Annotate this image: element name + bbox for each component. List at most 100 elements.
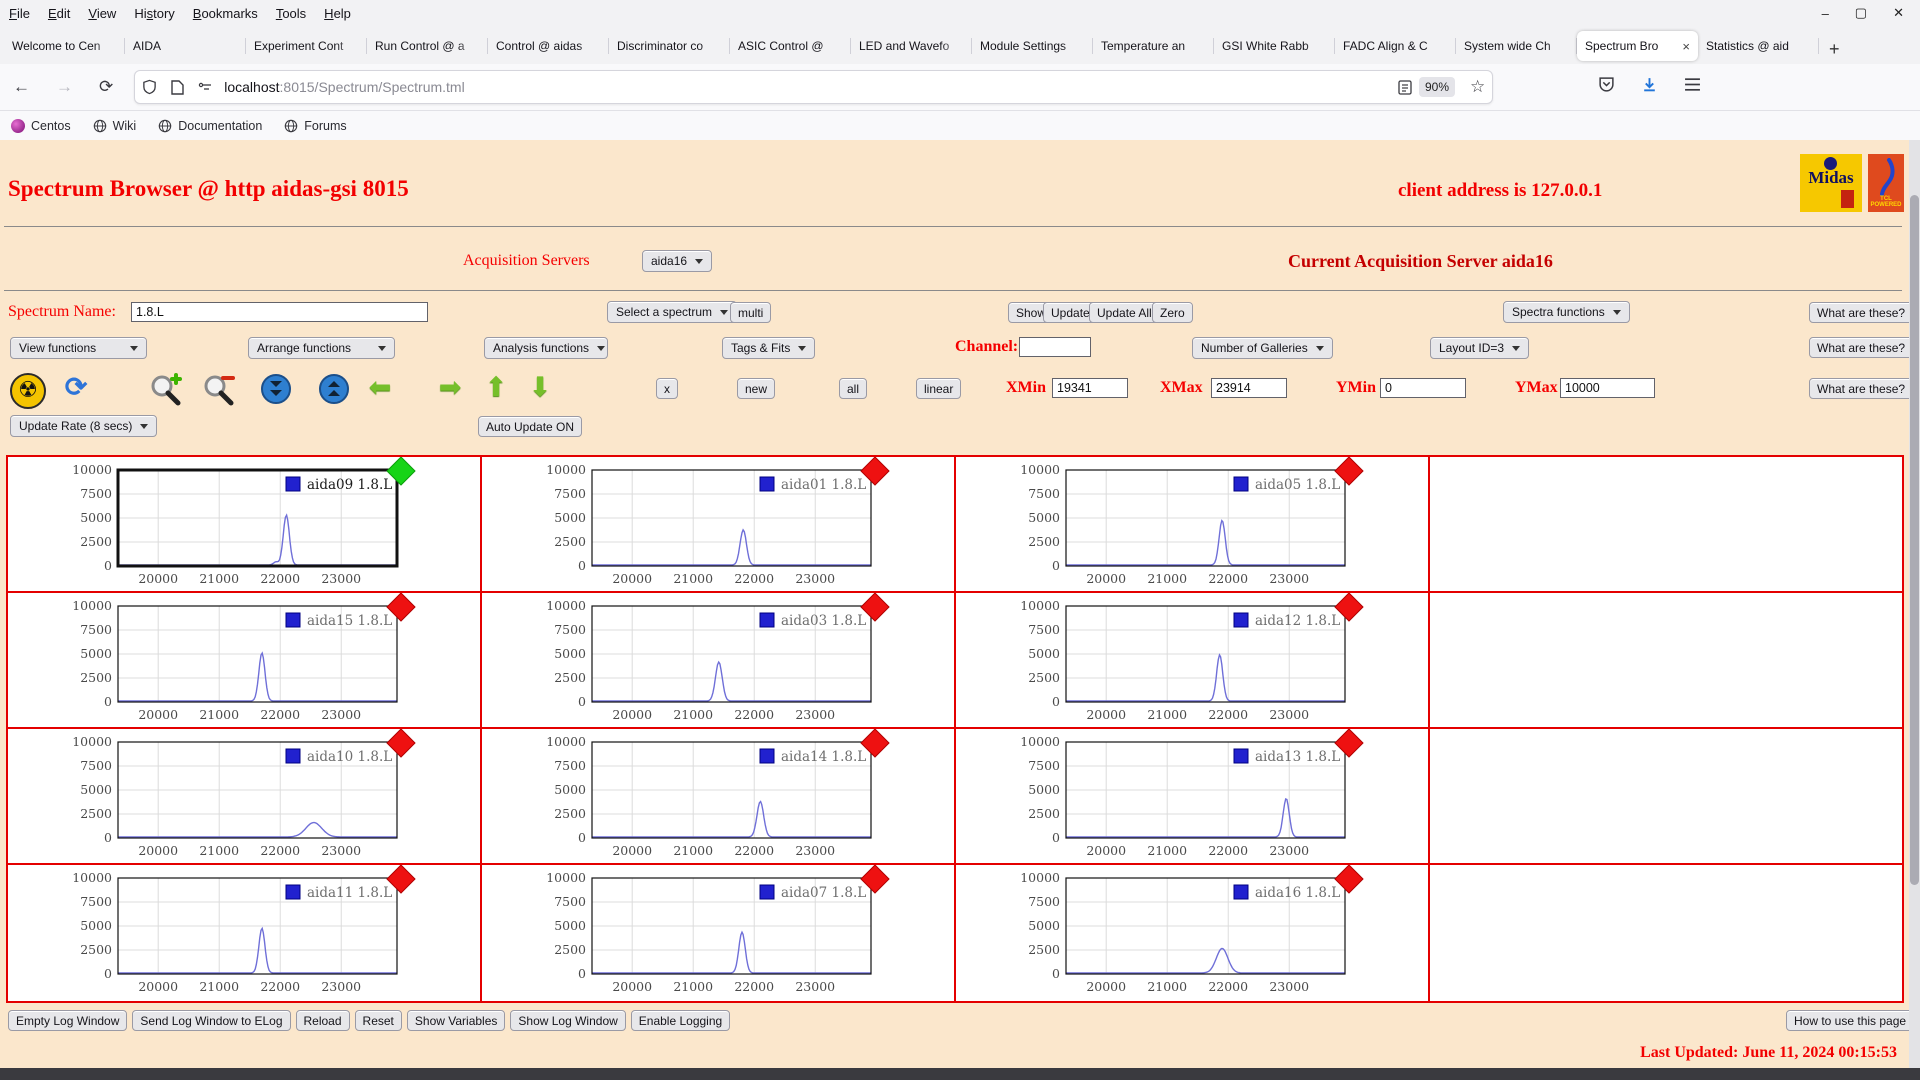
tab-spectrum-bro[interactable]: Spectrum Bro × [1577, 31, 1698, 61]
url-text[interactable]: localhost:8015/Spectrum/Spectrum.tml [224, 79, 1391, 95]
spectrum-chart-aida01[interactable]: 0 2500 5000 7500 10000 20000 21000 22000 23000 ai… [482, 456, 954, 591]
analysis-functions-select[interactable]: Analysis functions [484, 337, 608, 359]
menu-tools[interactable]: Tools [267, 6, 315, 21]
zoom-in-icon[interactable] [147, 372, 183, 408]
pocket-icon[interactable] [1585, 76, 1628, 98]
new-button[interactable]: new [737, 378, 776, 399]
shield-icon[interactable] [142, 79, 157, 95]
tab-gsi-white-rabb[interactable]: GSI White Rabb [1214, 31, 1335, 61]
menu-help[interactable]: Help [315, 6, 360, 21]
collapse-up-icon[interactable] [318, 373, 350, 405]
tab-experiment-cont[interactable]: Experiment Cont [246, 31, 367, 61]
reset[interactable]: Reset [354, 1010, 402, 1031]
bookmark-centos[interactable]: Centos [0, 119, 82, 133]
tab-discriminator-co[interactable]: Discriminator co [609, 31, 730, 61]
what-are-these-button-1[interactable]: What are these? [1809, 302, 1914, 323]
window-minimize-button[interactable]: – [1822, 6, 1829, 21]
arrow-left-icon[interactable]: ⬅ [362, 372, 398, 402]
tab-control-aidas[interactable]: Control @ aidas [488, 31, 609, 61]
reload[interactable]: Reload [295, 1010, 350, 1031]
arrow-right-icon[interactable]: ➡ [432, 372, 468, 402]
empty-log-window[interactable]: Empty Log Window [8, 1010, 128, 1031]
spectrum-chart-aida09[interactable]: 0 2500 5000 7500 10000 20000 21000 22000 23000 ai… [8, 456, 480, 591]
bookmark-forums[interactable]: Forums [273, 119, 357, 133]
xmin-input[interactable] [1052, 378, 1128, 398]
spectrum-cell-aida15[interactable]: 0 2500 5000 7500 10000 20000 21000 22000 23000 ai… [8, 592, 482, 729]
x-axis-button[interactable]: x [656, 378, 678, 399]
all-button[interactable]: all [839, 378, 868, 399]
what-are-these-button-2[interactable]: What are these? [1809, 337, 1914, 358]
ymax-input[interactable] [1560, 378, 1655, 398]
reader-mode-icon[interactable] [1398, 79, 1412, 95]
spectrum-cell-aida03[interactable]: 0 2500 5000 7500 10000 20000 21000 22000 23000 ai… [482, 592, 956, 729]
show-log-window[interactable]: Show Log Window [510, 1010, 626, 1031]
spectrum-cell-aida16[interactable]: 0 2500 5000 7500 10000 20000 21000 22000 23000 ai… [956, 864, 1430, 1001]
show-variables[interactable]: Show Variables [406, 1010, 506, 1031]
tab-fadc-align-c[interactable]: FADC Align & C [1335, 31, 1456, 61]
linear-button[interactable]: linear [916, 378, 962, 399]
arrow-up-icon[interactable]: ⬆ [478, 372, 514, 402]
tab-temperature-an[interactable]: Temperature an [1093, 31, 1214, 61]
hamburger-menu-icon[interactable] [1671, 77, 1714, 97]
window-maximize-button[interactable]: ▢ [1855, 5, 1867, 21]
spectrum-chart-aida07[interactable]: 0 2500 5000 7500 10000 20000 21000 22000 23000 ai… [482, 864, 954, 999]
spectrum-chart-aida15[interactable]: 0 2500 5000 7500 10000 20000 21000 22000 23000 ai… [8, 592, 480, 727]
tab-asic-control[interactable]: ASIC Control @ [730, 31, 851, 61]
window-close-button[interactable]: ✕ [1893, 5, 1904, 21]
zero-button[interactable]: Zero [1152, 302, 1193, 323]
new-tab-button[interactable]: + [1819, 39, 1850, 64]
tab-close-icon[interactable]: × [1682, 39, 1690, 54]
arrow-down-icon[interactable]: ⬇ [522, 372, 558, 402]
tab-led-and-wavefo[interactable]: LED and Wavefo [851, 31, 972, 61]
spectra-functions-select[interactable]: Spectra functions [1503, 301, 1630, 323]
spectrum-chart-aida03[interactable]: 0 2500 5000 7500 10000 20000 21000 22000 23000 ai… [482, 592, 954, 727]
auto-update-button[interactable]: Auto Update ON [478, 416, 583, 437]
menu-view[interactable]: View [79, 6, 125, 21]
enable-logging[interactable]: Enable Logging [630, 1010, 731, 1031]
tab-welcome-to-cen[interactable]: Welcome to Cen [4, 31, 125, 61]
number-of-galleries-select[interactable]: Number of Galleries [1192, 337, 1333, 359]
spectrum-chart-aida13[interactable]: 0 2500 5000 7500 10000 20000 21000 22000 23000 ai… [956, 728, 1428, 863]
how-to-use-button[interactable]: How to use this page [1786, 1010, 1915, 1031]
reload-icon[interactable]: ⟳ [86, 77, 126, 97]
spectrum-cell-aida11[interactable]: 0 2500 5000 7500 10000 20000 21000 22000 23000 ai… [8, 864, 482, 1001]
spectrum-chart-aida05[interactable]: 0 2500 5000 7500 10000 20000 21000 22000 23000 ai… [956, 456, 1428, 591]
menu-file[interactable]: File [0, 6, 39, 21]
menu-bookmarks[interactable]: Bookmarks [184, 6, 267, 21]
page-scrollbar[interactable] [1909, 140, 1920, 1068]
what-are-these-button-3[interactable]: What are these? [1809, 378, 1914, 399]
spectrum-chart-aida16[interactable]: 0 2500 5000 7500 10000 20000 21000 22000 23000 ai… [956, 864, 1428, 999]
tab-module-settings[interactable]: Module Settings [972, 31, 1093, 61]
multi-button[interactable]: multi [730, 302, 772, 323]
tab-run-control-a[interactable]: Run Control @ a [367, 31, 488, 61]
send-log-window-to-elog[interactable]: Send Log Window to ELog [132, 1010, 291, 1031]
tab-statistics-aid[interactable]: Statistics @ aid [1698, 31, 1819, 61]
acquisition-server-select[interactable]: aida16 [642, 250, 713, 272]
url-bar[interactable]: localhost:8015/Spectrum/Spectrum.tml 90%… [134, 70, 1494, 104]
spectrum-cell-aida14[interactable]: 0 2500 5000 7500 10000 20000 21000 22000 23000 ai… [482, 728, 956, 865]
spectrum-cell-aida10[interactable]: 0 2500 5000 7500 10000 20000 21000 22000 23000 ai… [8, 728, 482, 865]
refresh-icon[interactable]: ⟳ [58, 372, 94, 402]
spectrum-cell-aida01[interactable]: 0 2500 5000 7500 10000 20000 21000 22000 23000 ai… [482, 456, 956, 593]
spectrum-name-input[interactable] [131, 302, 428, 322]
tab-aida[interactable]: AIDA [125, 31, 246, 61]
tags-fits-select[interactable]: Tags & Fits [722, 337, 816, 359]
zoom-out-icon[interactable] [200, 372, 236, 408]
back-icon[interactable]: ← [0, 77, 43, 97]
spectrum-cell-aida05[interactable]: 0 2500 5000 7500 10000 20000 21000 22000 23000 ai… [956, 456, 1430, 593]
menu-history[interactable]: History [125, 6, 183, 21]
arrange-functions-select[interactable]: Arrange functions [248, 337, 395, 359]
tab-system-wide-ch[interactable]: System wide Ch [1456, 31, 1577, 61]
radiation-icon[interactable]: ☢ [10, 373, 46, 409]
page-info-icon[interactable] [171, 79, 184, 95]
forward-icon[interactable]: → [43, 77, 86, 97]
spectrum-chart-aida12[interactable]: 0 2500 5000 7500 10000 20000 21000 22000 23000 ai… [956, 592, 1428, 727]
update-rate-select[interactable]: Update Rate (8 secs) [10, 415, 158, 437]
ymin-input[interactable] [1380, 378, 1466, 398]
collapse-down-icon[interactable] [260, 373, 292, 405]
zoom-level-badge[interactable]: 90% [1418, 77, 1455, 97]
update-all-button[interactable]: Update All [1089, 302, 1160, 323]
view-functions-select[interactable]: View functions [10, 337, 147, 359]
downloads-icon[interactable] [1628, 76, 1671, 98]
menu-edit[interactable]: Edit [39, 6, 79, 21]
